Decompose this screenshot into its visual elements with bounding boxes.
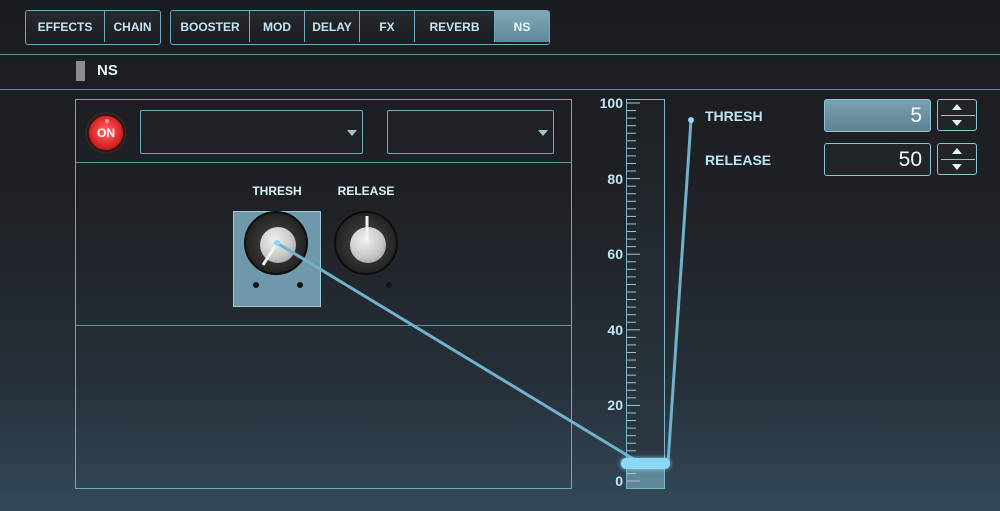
section-title: NS [97, 62, 118, 79]
arrow-down-icon [952, 120, 962, 126]
arrow-up-icon [952, 148, 962, 154]
effect-variation-select[interactable] [387, 110, 554, 154]
knob-max-dot [297, 282, 303, 288]
knob-cap [350, 227, 386, 263]
release-value: 50 [898, 147, 922, 171]
tab-booster[interactable]: BOOSTER [171, 11, 250, 42]
chevron-down-icon [347, 130, 357, 136]
effect-on-button[interactable]: ON [87, 114, 125, 152]
thresh-value: 5 [910, 103, 922, 127]
slider-tick-label: 60 [607, 246, 623, 262]
param-connector-dot [688, 117, 694, 123]
on-button-label: ON [97, 126, 115, 140]
knob-min-dot [253, 282, 259, 288]
value-slider-track[interactable] [626, 99, 665, 489]
slider-tick-label: 0 [615, 473, 623, 489]
arrow-up-icon [952, 104, 962, 110]
release-value-field[interactable]: 50 [824, 143, 931, 176]
tab-chain[interactable]: CHAIN [105, 11, 160, 42]
section-marker [76, 61, 85, 81]
thresh-stepper [937, 99, 977, 131]
slider-tick-label: 100 [599, 95, 623, 111]
release-step-up-button[interactable] [938, 144, 978, 159]
section-divider [0, 89, 1000, 90]
release-knob[interactable] [334, 211, 398, 275]
tab-group-view: EFFECTS CHAIN [25, 10, 161, 45]
effect-type-select[interactable] [140, 110, 363, 154]
panel-divider [76, 325, 571, 326]
tab-group-effects: BOOSTER MOD DELAY FX REVERB NS [170, 10, 550, 45]
tab-delay[interactable]: DELAY [305, 11, 360, 42]
release-step-down-button[interactable] [938, 160, 978, 175]
header-divider [0, 54, 1000, 55]
thresh-knob-label: THRESH [252, 184, 302, 198]
knob-max-dot [386, 282, 392, 288]
slider-tick-label: 80 [607, 171, 623, 187]
tab-effects[interactable]: EFFECTS [26, 11, 105, 42]
param-label-release: RELEASE [705, 152, 772, 168]
connector-line-param [666, 119, 693, 464]
slider-tick-label: 20 [607, 397, 623, 413]
param-label-thresh: THRESH [705, 108, 763, 124]
release-stepper [937, 143, 977, 175]
panel-divider [76, 162, 571, 163]
tab-reverb[interactable]: REVERB [415, 11, 495, 42]
release-knob-label: RELEASE [337, 184, 395, 198]
slider-tick-label: 40 [607, 322, 623, 338]
thresh-knob[interactable] [244, 211, 308, 275]
value-slider-handle[interactable] [621, 458, 670, 469]
arrow-down-icon [952, 164, 962, 170]
knob-cap [260, 227, 296, 263]
tab-fx[interactable]: FX [360, 11, 415, 42]
knob-min-dot [343, 282, 349, 288]
tab-ns[interactable]: NS [495, 11, 549, 42]
effect-panel [75, 99, 572, 489]
thresh-value-field[interactable]: 5 [824, 99, 931, 132]
chevron-down-icon [538, 130, 548, 136]
thresh-step-down-button[interactable] [938, 116, 978, 131]
tab-mod[interactable]: MOD [250, 11, 305, 42]
thresh-step-up-button[interactable] [938, 100, 978, 115]
